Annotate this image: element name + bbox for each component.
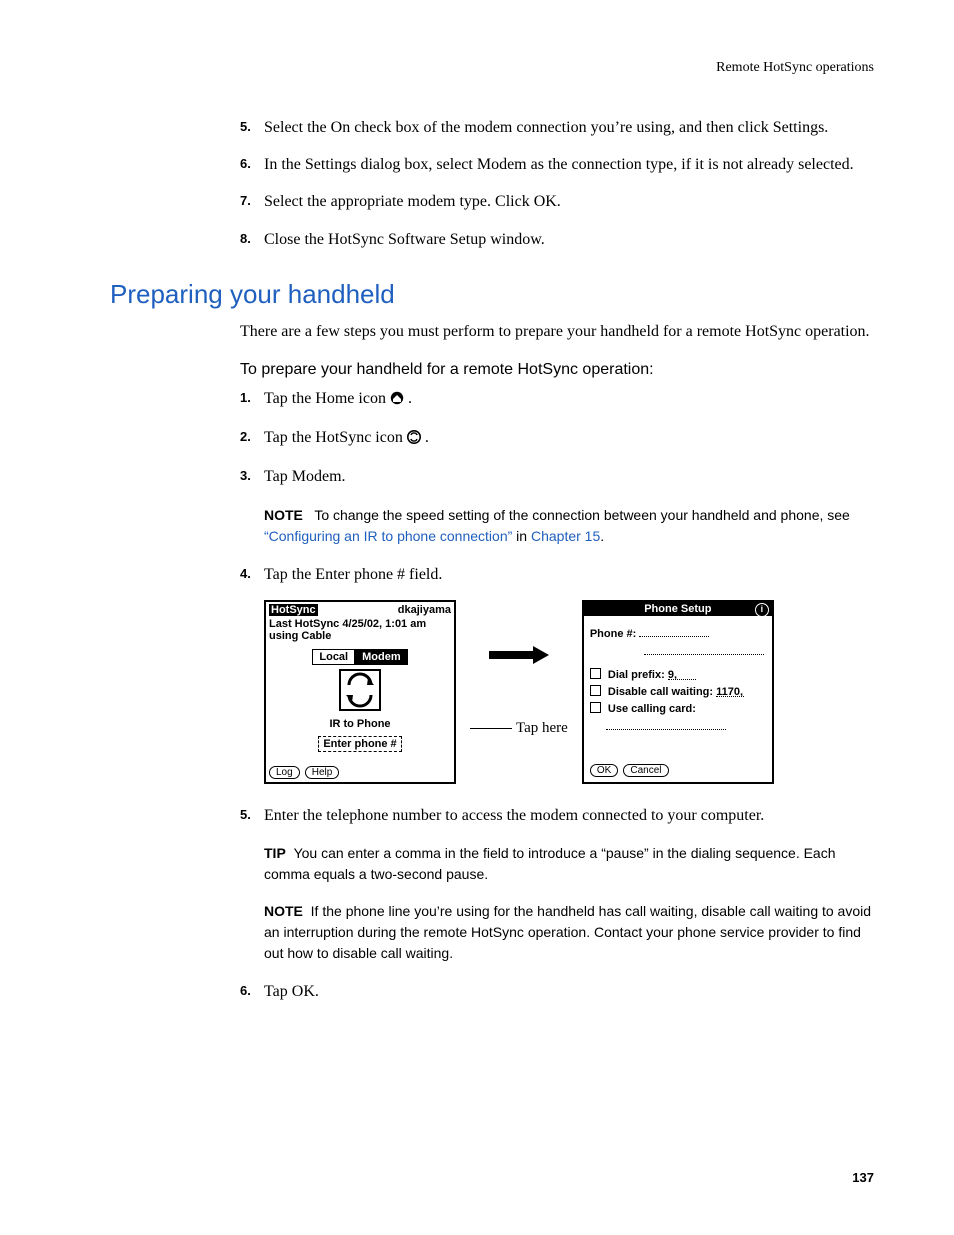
step-text: Tap the Enter phone # field. <box>264 563 874 586</box>
tip-label: TIP <box>264 845 286 861</box>
step-text: Tap Modem. <box>264 465 874 488</box>
list-item: 5. Enter the telephone number to access … <box>240 804 874 827</box>
step-text: In the Settings dialog box, select Modem… <box>264 153 874 176</box>
list-item: 8. Close the HotSync Software Setup wind… <box>240 228 874 251</box>
note-label: NOTE <box>264 507 303 523</box>
phone-number-field[interactable] <box>639 626 709 637</box>
step-number: 6. <box>240 980 264 1003</box>
disable-call-waiting-field[interactable]: 1170, <box>716 686 744 697</box>
step-number: 4. <box>240 563 264 586</box>
note-text: To change the speed setting of the conne… <box>314 507 850 523</box>
text-fragment: . <box>425 429 429 446</box>
list-item: 3. Tap Modem. <box>240 465 874 488</box>
tab-local[interactable]: Local <box>312 649 355 665</box>
help-button[interactable]: Help <box>305 766 340 779</box>
step-text: Select the On check box of the modem con… <box>264 116 874 139</box>
step-text: Tap the HotSync icon . <box>264 426 874 451</box>
text-fragment: . <box>408 390 412 407</box>
text-fragment: Tap the HotSync icon <box>264 429 407 446</box>
info-icon[interactable]: i <box>755 603 769 617</box>
connection-label[interactable]: IR to Phone <box>266 718 454 730</box>
section-intro: There are a few steps you must perform t… <box>240 320 874 343</box>
dial-prefix-label: Dial prefix: <box>608 669 665 681</box>
procedure-list: 6. Tap OK. <box>240 980 874 1003</box>
arrow-right-icon <box>489 646 549 664</box>
note-block: NOTE To change the speed setting of the … <box>264 505 874 547</box>
home-icon <box>390 389 404 412</box>
tip-text: You can enter a comma in the field to in… <box>264 845 836 882</box>
tip-block: TIP You can enter a comma in the field t… <box>264 843 874 885</box>
step-text: Tap OK. <box>264 980 874 1003</box>
list-item: 6. Tap OK. <box>240 980 874 1003</box>
step-text: Enter the telephone number to access the… <box>264 804 874 827</box>
list-item: 7. Select the appropriate modem type. Cl… <box>240 190 874 213</box>
step-number: 2. <box>240 426 264 451</box>
cancel-button[interactable]: Cancel <box>623 764 668 777</box>
disable-call-waiting-checkbox[interactable] <box>590 685 601 696</box>
phone-setup-screen: Phone Setup i Phone #: Dial prefix: 9, <box>582 600 774 784</box>
body-column: 5. Select the On check box of the modem … <box>240 116 874 251</box>
procedure-list: 1. Tap the Home icon . 2. Tap the HotSyn… <box>240 387 874 489</box>
callout-leader: Tap here <box>470 720 568 737</box>
top-step-list: 5. Select the On check box of the modem … <box>240 116 874 251</box>
list-item: 1. Tap the Home icon . <box>240 387 874 412</box>
tab-modem[interactable]: Modem <box>355 649 408 665</box>
step-number: 6. <box>240 153 264 176</box>
last-sync-text: Last HotSync 4/25/02, 1:01 am using Cabl… <box>266 618 454 643</box>
xref-link[interactable]: Chapter 15 <box>531 528 600 544</box>
log-button[interactable]: Log <box>269 766 300 779</box>
step-number: 5. <box>240 116 264 139</box>
step-text: Tap the Home icon . <box>264 387 874 412</box>
app-title: HotSync <box>269 604 318 616</box>
list-item: 4. Tap the Enter phone # field. <box>240 563 874 586</box>
running-head: Remote HotSync operations <box>110 60 874 76</box>
calling-card-field[interactable] <box>606 719 726 730</box>
list-item: 6. In the Settings dialog box, select Mo… <box>240 153 874 176</box>
note-text: . <box>600 528 604 544</box>
step-number: 8. <box>240 228 264 251</box>
ok-button[interactable]: OK <box>590 764 618 777</box>
note-label: NOTE <box>264 903 303 919</box>
step-number: 7. <box>240 190 264 213</box>
step-number: 3. <box>240 465 264 488</box>
procedure-heading: To prepare your handheld for a remote Ho… <box>240 361 874 379</box>
calling-card-checkbox[interactable] <box>590 702 601 713</box>
list-item: 2. Tap the HotSync icon . <box>240 426 874 451</box>
list-item: 5. Select the On check box of the modem … <box>240 116 874 139</box>
body-column: There are a few steps you must perform t… <box>240 320 874 1003</box>
hotsync-button-icon[interactable] <box>266 669 454 714</box>
dialog-title: Phone Setup <box>644 603 711 615</box>
text-fragment: Tap the Home icon <box>264 390 390 407</box>
hotsync-icon <box>407 428 421 451</box>
phone-number-field-2[interactable] <box>644 644 764 655</box>
figure-row: HotSync dkajiyama Last HotSync 4/25/02, … <box>264 600 874 784</box>
section-heading: Preparing your handheld <box>110 279 874 310</box>
note-text: If the phone line you’re using for the h… <box>264 903 871 961</box>
xref-link[interactable]: “Configuring an IR to phone connection” <box>264 528 512 544</box>
hotsync-screen: HotSync dkajiyama Last HotSync 4/25/02, … <box>264 600 456 784</box>
dial-prefix-field[interactable]: 9, <box>668 669 696 680</box>
note-text: in <box>516 528 531 544</box>
procedure-list: 4. Tap the Enter phone # field. <box>240 563 874 586</box>
callout-label: Tap here <box>516 720 568 737</box>
calling-card-label: Use calling card: <box>608 703 696 715</box>
enter-phone-field[interactable]: Enter phone # <box>318 736 401 752</box>
user-name: dkajiyama <box>398 604 451 616</box>
note-block: NOTE If the phone line you’re using for … <box>264 901 874 964</box>
procedure-list: 5. Enter the telephone number to access … <box>240 804 874 827</box>
dial-prefix-checkbox[interactable] <box>590 668 601 679</box>
step-number: 1. <box>240 387 264 412</box>
phone-number-label: Phone #: <box>590 628 636 640</box>
arrow-area: Tap here <box>456 646 582 737</box>
page-number: 137 <box>852 1170 874 1185</box>
page: Remote HotSync operations 5. Select the … <box>0 0 954 1235</box>
disable-call-waiting-label: Disable call waiting: <box>608 686 713 698</box>
step-number: 5. <box>240 804 264 827</box>
step-text: Close the HotSync Software Setup window. <box>264 228 874 251</box>
step-text: Select the appropriate modem type. Click… <box>264 190 874 213</box>
